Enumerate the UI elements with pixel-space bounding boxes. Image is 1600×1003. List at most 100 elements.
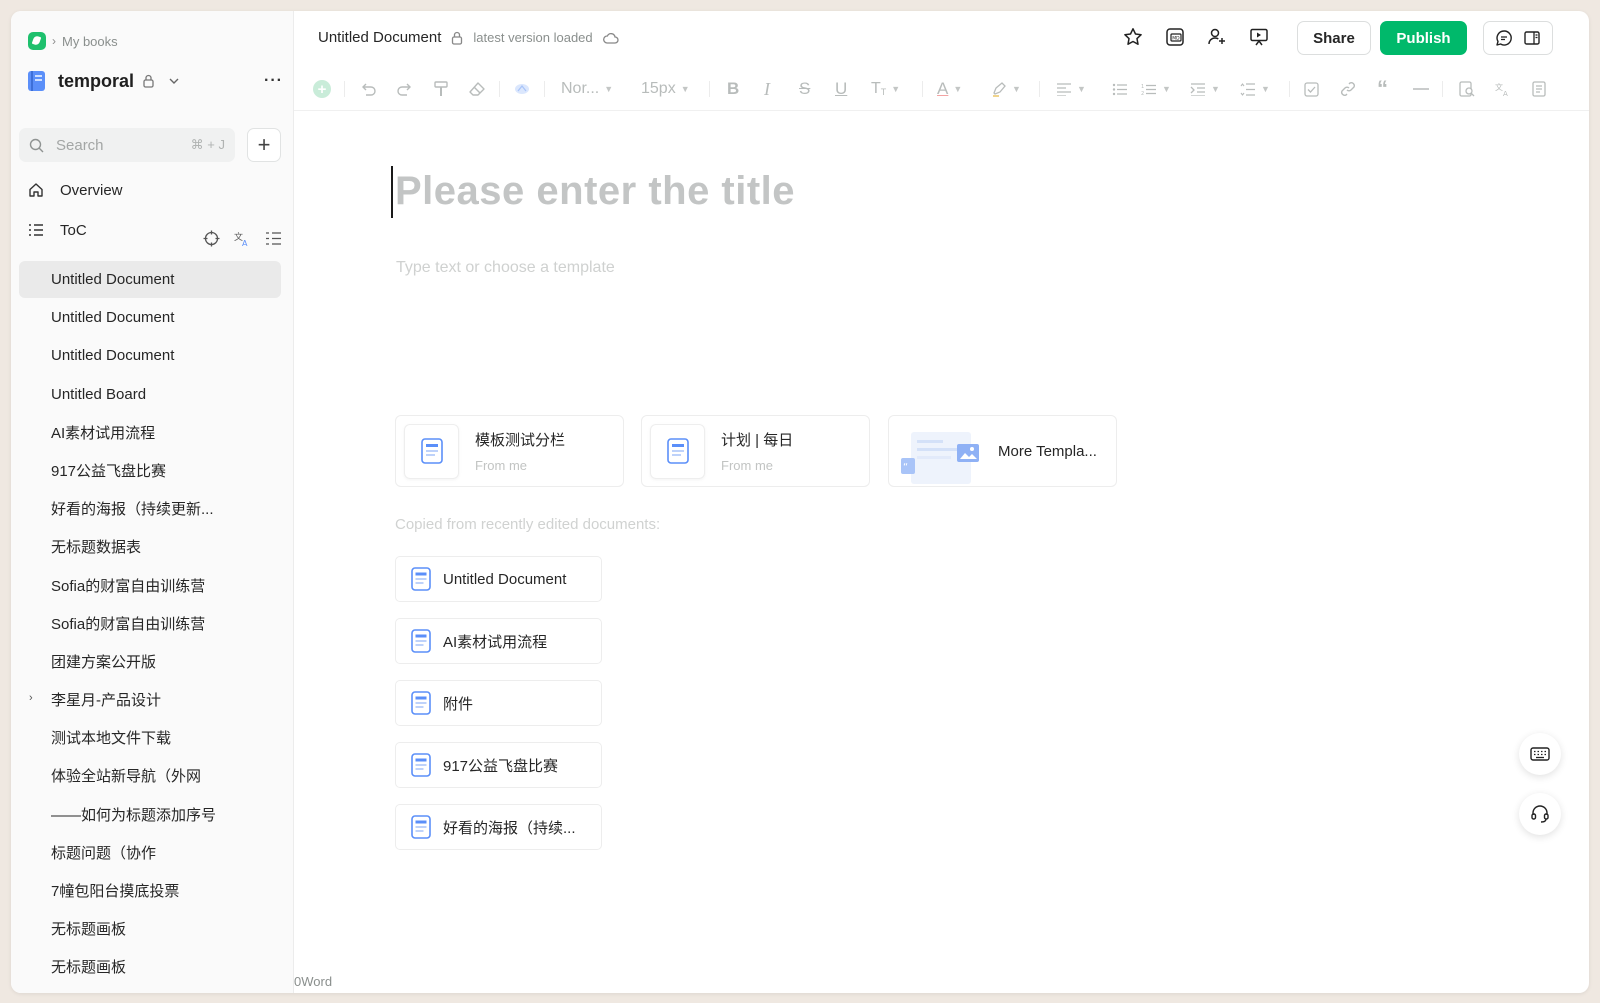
ai-assist-icon[interactable] [514, 67, 530, 111]
publish-button[interactable]: Publish [1380, 21, 1467, 55]
indent-icon[interactable]: ▼ [1190, 67, 1220, 111]
highlight-icon[interactable]: ▼ [991, 67, 1021, 111]
checkbox-icon[interactable] [1304, 67, 1319, 111]
svg-text:2: 2 [1141, 91, 1144, 96]
document-icon [650, 423, 705, 479]
paragraph-style-select[interactable]: Nor... ▼ [561, 67, 613, 111]
divider-line-icon[interactable] [1413, 67, 1429, 111]
redo-icon[interactable] [397, 67, 413, 111]
lock-icon [451, 31, 463, 45]
book-title[interactable]: temporal [58, 71, 134, 92]
link-icon[interactable] [1340, 67, 1356, 111]
search-shortcut: ⌘ + J [190, 137, 225, 152]
bullet-list-icon[interactable] [1112, 67, 1128, 111]
font-color-icon[interactable]: A ▼ [937, 67, 962, 111]
sidebar-doc-item[interactable]: 7幢包阳台摸底投票 [19, 872, 281, 909]
template-card[interactable]: 模板测试分栏 From me [395, 415, 624, 487]
sidebar-doc-item[interactable]: 无标题数据表 [19, 528, 281, 565]
support-button[interactable] [1519, 793, 1561, 835]
side-panel-icon[interactable] [1521, 27, 1543, 49]
add-collaborator-icon[interactable] [1206, 26, 1228, 48]
sidebar-doc-item[interactable]: 标题问题（协作 [19, 834, 281, 871]
present-icon[interactable] [1248, 26, 1270, 48]
sidebar-doc-item[interactable]: Untitled Document [19, 299, 281, 336]
nav-toc[interactable]: ToC [28, 218, 87, 242]
text-effects-icon[interactable]: T T ▼ [871, 67, 900, 111]
doc-title-area: Untitled Document latest version loaded [318, 29, 619, 46]
doc-title[interactable]: Untitled Document [318, 29, 441, 46]
quote-icon[interactable]: “ [1377, 67, 1388, 111]
app-logo-icon[interactable] [28, 32, 46, 50]
document-icon [411, 691, 431, 715]
template-card[interactable]: 计划 | 每日 From me [641, 415, 870, 487]
recent-doc-name: 附件 [443, 695, 474, 713]
sidebar-doc-item[interactable]: 团建方案公开版 [19, 643, 281, 680]
sidebar-doc-item[interactable]: Sofia的财富自由训练营 [19, 605, 281, 642]
sidebar-doc-item[interactable]: Untitled Board [19, 376, 281, 413]
sidebar-doc-item[interactable]: 体验全站新导航（外网 [19, 757, 281, 794]
sidebar: › My books temporal ··· Search ⌘ + J + O… [11, 11, 294, 993]
sidebar-doc-item[interactable]: Sofia的财富自由训练营 [19, 567, 281, 604]
title-input[interactable]: Please enter the title [395, 169, 795, 214]
svg-text:文: 文 [1495, 82, 1503, 92]
sidebar-doc-item[interactable]: Untitled Document [19, 261, 281, 298]
list-settings-icon[interactable] [265, 230, 282, 247]
sidebar-doc-label: Sofia的财富自由训练营 [51, 577, 206, 595]
more-options-icon[interactable]: ··· [264, 72, 283, 90]
text-cursor [391, 166, 393, 218]
numbered-list-icon[interactable]: 1 2 ▼ [1141, 67, 1171, 111]
more-templates-card[interactable]: “ More Templa... [888, 415, 1117, 487]
sidebar-doc-label: ——如何为标题添加序号 [51, 806, 217, 824]
sidebar-doc-item[interactable]: 测试本地文件下载 [19, 719, 281, 756]
toolbar-divider [1039, 81, 1040, 97]
sidebar-doc-item[interactable]: › 李星月-产品设计 [19, 681, 281, 718]
recent-doc-item[interactable]: 好看的海报（持续... [395, 804, 602, 850]
add-button[interactable]: + [247, 128, 281, 162]
sidebar-doc-label: AI素材试用流程 [51, 424, 156, 442]
translate-icon[interactable]: 文A [1495, 67, 1511, 111]
line-spacing-icon[interactable]: ▼ [1240, 67, 1270, 111]
locate-icon[interactable] [203, 230, 220, 247]
recent-doc-item[interactable]: Untitled Document [395, 556, 602, 602]
chevron-down-icon: ▼ [1077, 84, 1086, 94]
body-input[interactable]: Type text or choose a template [396, 259, 615, 277]
undo-icon[interactable] [360, 67, 376, 111]
bold-icon[interactable]: B [727, 67, 739, 111]
sidebar-doc-item[interactable]: 无标题画板 [19, 948, 281, 985]
recent-doc-item[interactable]: 附件 [395, 680, 602, 726]
insert-button[interactable]: + [313, 67, 331, 111]
document-icon [411, 815, 431, 839]
recent-doc-item[interactable]: AI素材试用流程 [395, 618, 602, 664]
align-icon[interactable]: ▼ [1056, 67, 1086, 111]
svg-text:“: “ [903, 462, 908, 473]
italic-icon[interactable]: I [764, 67, 770, 111]
share-button[interactable]: Share [1297, 21, 1371, 55]
sidebar-doc-item[interactable]: AI素材试用流程 [19, 414, 281, 451]
keyboard-shortcuts-button[interactable] [1519, 733, 1561, 775]
sidebar-doc-label: Untitled Document [51, 347, 175, 365]
breadcrumb-my-books[interactable]: My books [62, 34, 118, 49]
chevron-right-icon[interactable]: › [29, 692, 33, 704]
clear-format-icon[interactable] [469, 67, 485, 111]
star-icon[interactable] [1122, 26, 1144, 48]
comment-icon[interactable] [1493, 27, 1515, 49]
sidebar-doc-item[interactable]: Untitled Document [19, 337, 281, 374]
underline-icon[interactable]: U [835, 67, 847, 111]
markdown-icon[interactable]: MD [1164, 26, 1186, 48]
sidebar-doc-item[interactable]: ——如何为标题添加序号 [19, 796, 281, 833]
nav-overview[interactable]: Overview [28, 178, 123, 202]
sidebar-doc-item[interactable]: 917公益飞盘比赛 [19, 452, 281, 489]
format-painter-icon[interactable] [434, 67, 448, 111]
recent-doc-item[interactable]: 917公益飞盘比赛 [395, 742, 602, 788]
sidebar-doc-item[interactable]: 好看的海报（持续更新... [19, 490, 281, 527]
document-settings-icon[interactable] [1532, 67, 1546, 111]
toolbar-divider [1289, 81, 1290, 97]
svg-text:A: A [242, 239, 248, 247]
sidebar-doc-item[interactable]: 无标题画板 [19, 910, 281, 947]
translate-icon[interactable]: 文A [234, 230, 251, 247]
find-icon[interactable] [1459, 67, 1475, 111]
search-input[interactable]: Search ⌘ + J [19, 128, 235, 162]
strikethrough-icon[interactable]: S [799, 67, 810, 111]
chevron-down-icon[interactable] [169, 78, 179, 84]
font-size-select[interactable]: 15px ▼ [641, 67, 690, 111]
